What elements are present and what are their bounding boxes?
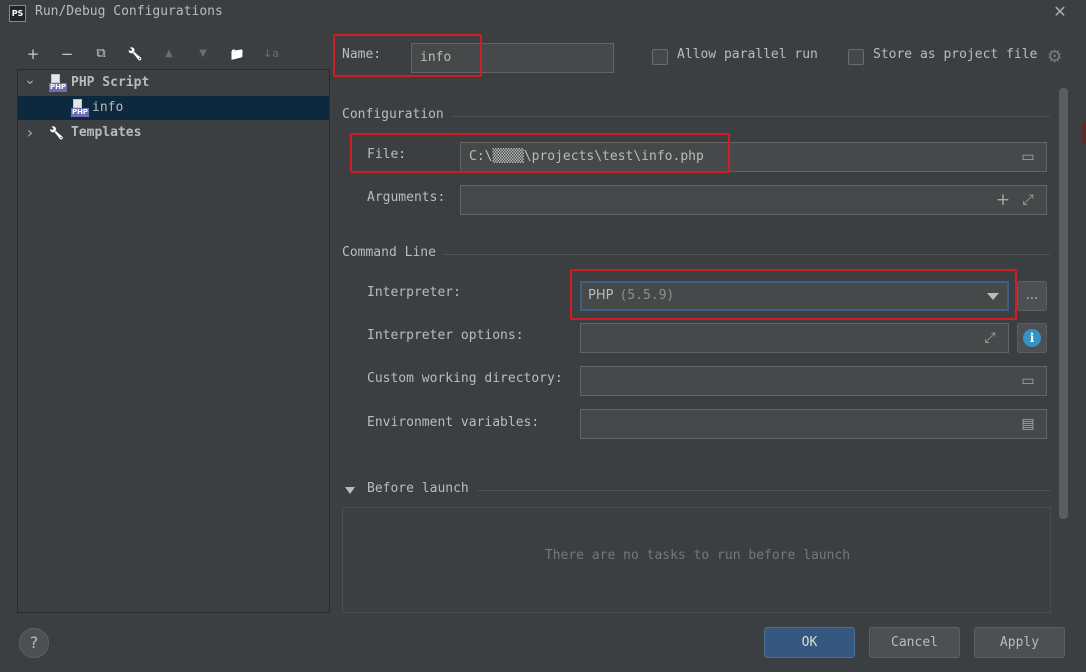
php-script-icon: PHP: [49, 74, 67, 92]
remove-icon[interactable]: −: [57, 44, 77, 64]
help-button[interactable]: ?: [19, 628, 49, 658]
working-directory-field[interactable]: ▭: [580, 366, 1047, 396]
configuration-section-title: Configuration: [342, 107, 444, 122]
tree-item-info[interactable]: PHP info: [18, 96, 329, 120]
apply-button[interactable]: Apply: [974, 627, 1065, 658]
environment-variables-field[interactable]: ▤: [580, 409, 1047, 439]
file-label: File:: [367, 147, 407, 162]
move-up-icon[interactable]: ▲: [159, 44, 179, 64]
tree-item-templates[interactable]: › 🔧 Templates: [18, 121, 329, 145]
file-field[interactable]: C:\▒▒▒▒\projects\test\info.php ▭: [460, 142, 1047, 172]
ok-button[interactable]: OK: [764, 627, 855, 658]
tree-item-label: PHP Script: [71, 75, 150, 90]
folder-icon[interactable]: ▭: [1019, 373, 1037, 389]
tree-item-label: info: [92, 100, 124, 115]
window-title: Run/Debug Configurations: [35, 4, 223, 19]
collapse-triangle-icon[interactable]: [345, 487, 355, 494]
command-line-section-title: Command Line: [342, 245, 436, 260]
chevron-down-icon[interactable]: ⌄: [24, 71, 36, 95]
interpreter-select-value: PHP (5.5.9): [588, 283, 674, 309]
file-field-value: C:\▒▒▒▒\projects\test\info.php: [469, 149, 704, 164]
wrench-icon[interactable]: 🔧: [125, 44, 145, 64]
move-down-icon[interactable]: ▼: [193, 44, 213, 64]
phpstorm-logo-icon: PS: [9, 5, 26, 22]
before-launch-task-list[interactable]: There are no tasks to run before launch: [342, 507, 1051, 613]
arguments-label: Arguments:: [367, 190, 446, 205]
close-icon[interactable]: ✕: [1053, 4, 1067, 20]
document-icon[interactable]: ▤: [1019, 416, 1037, 432]
add-icon[interactable]: +: [23, 44, 43, 64]
cancel-button[interactable]: Cancel: [869, 627, 960, 658]
divider: [478, 490, 1050, 491]
info-icon: i: [1023, 329, 1041, 347]
allow-parallel-checkbox[interactable]: [652, 49, 668, 65]
info-button[interactable]: i: [1017, 323, 1047, 353]
configuration-tree: ⌄ PHP PHP Script PHP info › 🔧 Templates: [17, 69, 330, 613]
tree-item-label: Templates: [71, 125, 142, 140]
interpreter-select[interactable]: PHP (5.5.9): [580, 281, 1009, 311]
vertical-scrollbar[interactable]: [1059, 88, 1068, 519]
divider: [443, 254, 1050, 255]
environment-variables-label: Environment variables:: [367, 415, 540, 430]
interpreter-label: Interpreter:: [367, 285, 461, 300]
gear-icon[interactable]: ⚙: [1047, 48, 1065, 66]
interpreter-options-label: Interpreter options:: [367, 328, 524, 343]
name-field-value: info: [420, 50, 452, 65]
name-field[interactable]: info: [411, 43, 614, 73]
interpreter-version: (5.5.9): [619, 288, 675, 303]
php-script-icon: PHP: [71, 99, 89, 117]
expand-icon[interactable]: ⤢: [1019, 192, 1037, 208]
chevron-down-icon: [987, 293, 999, 300]
interpreter-name: PHP: [588, 288, 614, 303]
store-project-file-label: Store as project file: [873, 47, 1038, 62]
folder-icon[interactable]: ▭: [1019, 149, 1037, 165]
new-folder-icon[interactable]: 📁: [227, 44, 247, 64]
chevron-right-icon[interactable]: ›: [24, 121, 36, 145]
divider: [452, 116, 1050, 117]
interpreter-browse-button[interactable]: ...: [1017, 281, 1047, 311]
add-argument-icon[interactable]: +: [994, 192, 1012, 209]
expand-icon[interactable]: ⤢: [981, 330, 999, 346]
before-launch-section-title[interactable]: Before launch: [367, 481, 469, 496]
store-project-file-checkbox[interactable]: [848, 49, 864, 65]
allow-parallel-label: Allow parallel run: [677, 47, 818, 62]
interpreter-options-field[interactable]: ⤢: [580, 323, 1009, 353]
name-label: Name:: [342, 47, 382, 62]
arguments-field[interactable]: + ⤢: [460, 185, 1047, 215]
wrench-icon: 🔧: [49, 126, 64, 140]
sort-icon[interactable]: ↓a: [261, 44, 281, 64]
working-directory-label: Custom working directory:: [367, 371, 563, 386]
copy-icon[interactable]: ⧉: [91, 44, 111, 64]
tree-item-php-script[interactable]: ⌄ PHP PHP Script: [18, 71, 329, 95]
window-edge: [1082, 122, 1086, 144]
empty-tasks-message: There are no tasks to run before launch: [544, 548, 851, 563]
